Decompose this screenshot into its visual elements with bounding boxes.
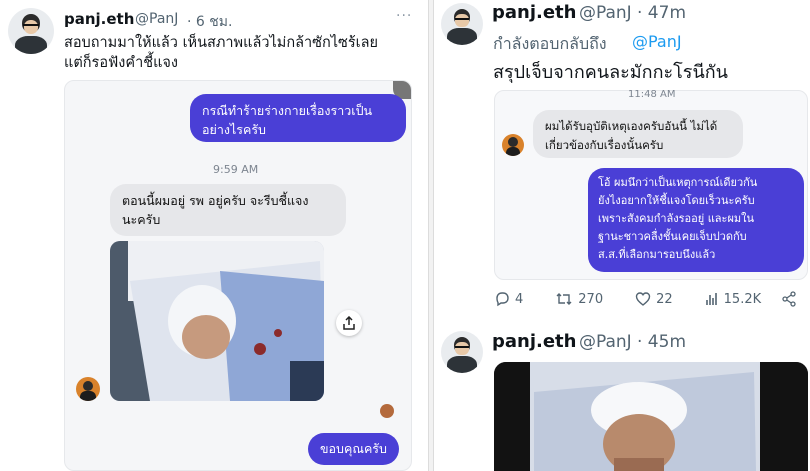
left-tweet-line2: แต่ก็รอฟังคำชี้แจง [64, 55, 178, 71]
left-chat-in-bubble: ตอนนี้ผมอยู่ รพ อยู่ครับ จะรีบชี้แจง นะคร… [110, 184, 346, 236]
reply-context-handle[interactable]: @PanJ [632, 32, 682, 51]
tweet-action-bar: 4 270 22 15.2K [494, 291, 808, 307]
left-hospital-photo[interactable] [110, 241, 324, 401]
right-author-name[interactable]: panj.eth [492, 2, 576, 23]
reply-icon [496, 292, 509, 307]
more-icon[interactable]: ··· [396, 8, 412, 24]
right-post-time[interactable]: · 47m [637, 3, 686, 23]
retweet-count: 270 [578, 291, 604, 307]
right-author-avatar[interactable] [441, 3, 483, 45]
upload-icon[interactable] [336, 310, 362, 336]
right-tweet2-author-name[interactable]: panj.eth [492, 331, 576, 352]
left-chat-out-bubble-1: กรณีทำร้ายร่างกายเรื่องราวเป็น อย่างไรครั… [190, 94, 406, 142]
right-chat-timestamp: 11:48 AM [628, 89, 676, 100]
share-action[interactable] [781, 291, 797, 307]
views-action[interactable]: 15.2K [705, 292, 761, 307]
left-chat-sender-avatar [76, 377, 100, 401]
retweet-action[interactable]: 270 [555, 291, 603, 307]
screenshot-root: panj.eth @PanJ · 6 ชม. ··· สอบถามมาให้แล… [0, 0, 810, 471]
right-tweet2-photo[interactable] [494, 362, 808, 471]
retweet-icon [556, 293, 572, 305]
hospital-photo-image [110, 241, 324, 401]
left-author-name[interactable]: panj.eth [64, 10, 134, 28]
like-action[interactable]: 22 [635, 291, 673, 307]
views-icon [705, 293, 717, 305]
patient-photo-image [494, 362, 808, 471]
share-icon [782, 291, 796, 307]
left-tweet-line1: สอบถามมาให้แล้ว เห็นสภาพแล้วไม่กล้าซักไซ… [64, 35, 379, 51]
left-author-handle[interactable]: @PanJ [135, 11, 178, 27]
views-count: 15.2K [723, 291, 762, 307]
right-tweet2-time[interactable]: · 45m [637, 332, 686, 352]
like-count: 22 [656, 291, 673, 307]
right-tweet2-author-handle[interactable]: @PanJ [579, 332, 632, 352]
reply-action[interactable]: 4 [494, 291, 523, 307]
left-author-avatar[interactable] [8, 8, 54, 54]
left-chat-receiver-avatar [380, 404, 394, 418]
right-author-handle[interactable]: @PanJ [579, 3, 632, 23]
right-chat-sender-avatar [502, 134, 524, 156]
like-icon [635, 292, 651, 306]
left-chat-out-bubble-2: ขอบคุณครับ [308, 433, 399, 465]
left-post-time[interactable]: · 6 ชม. [187, 11, 232, 33]
reply-context-prefix: กำลังตอบกลับถึง [493, 34, 607, 53]
left-chat-timestamp: 9:59 AM [213, 163, 259, 176]
right-chat-out-bubble: โอ้ ผมนึกว่าเป็นเหตุการณ์เดียวกัน ยังไงอ… [588, 168, 804, 272]
panel-divider [428, 0, 434, 471]
right-tweet-text: สรุปเจ็บจากคนละมักกะโรนีกัน [493, 62, 728, 83]
right-chat-in-bubble: ผมได้รับอุบัติเหตุเองครับอันนี้ ไม่ได้ เก… [533, 110, 743, 158]
right-tweet2-avatar[interactable] [441, 331, 483, 373]
reply-count: 4 [515, 291, 524, 307]
